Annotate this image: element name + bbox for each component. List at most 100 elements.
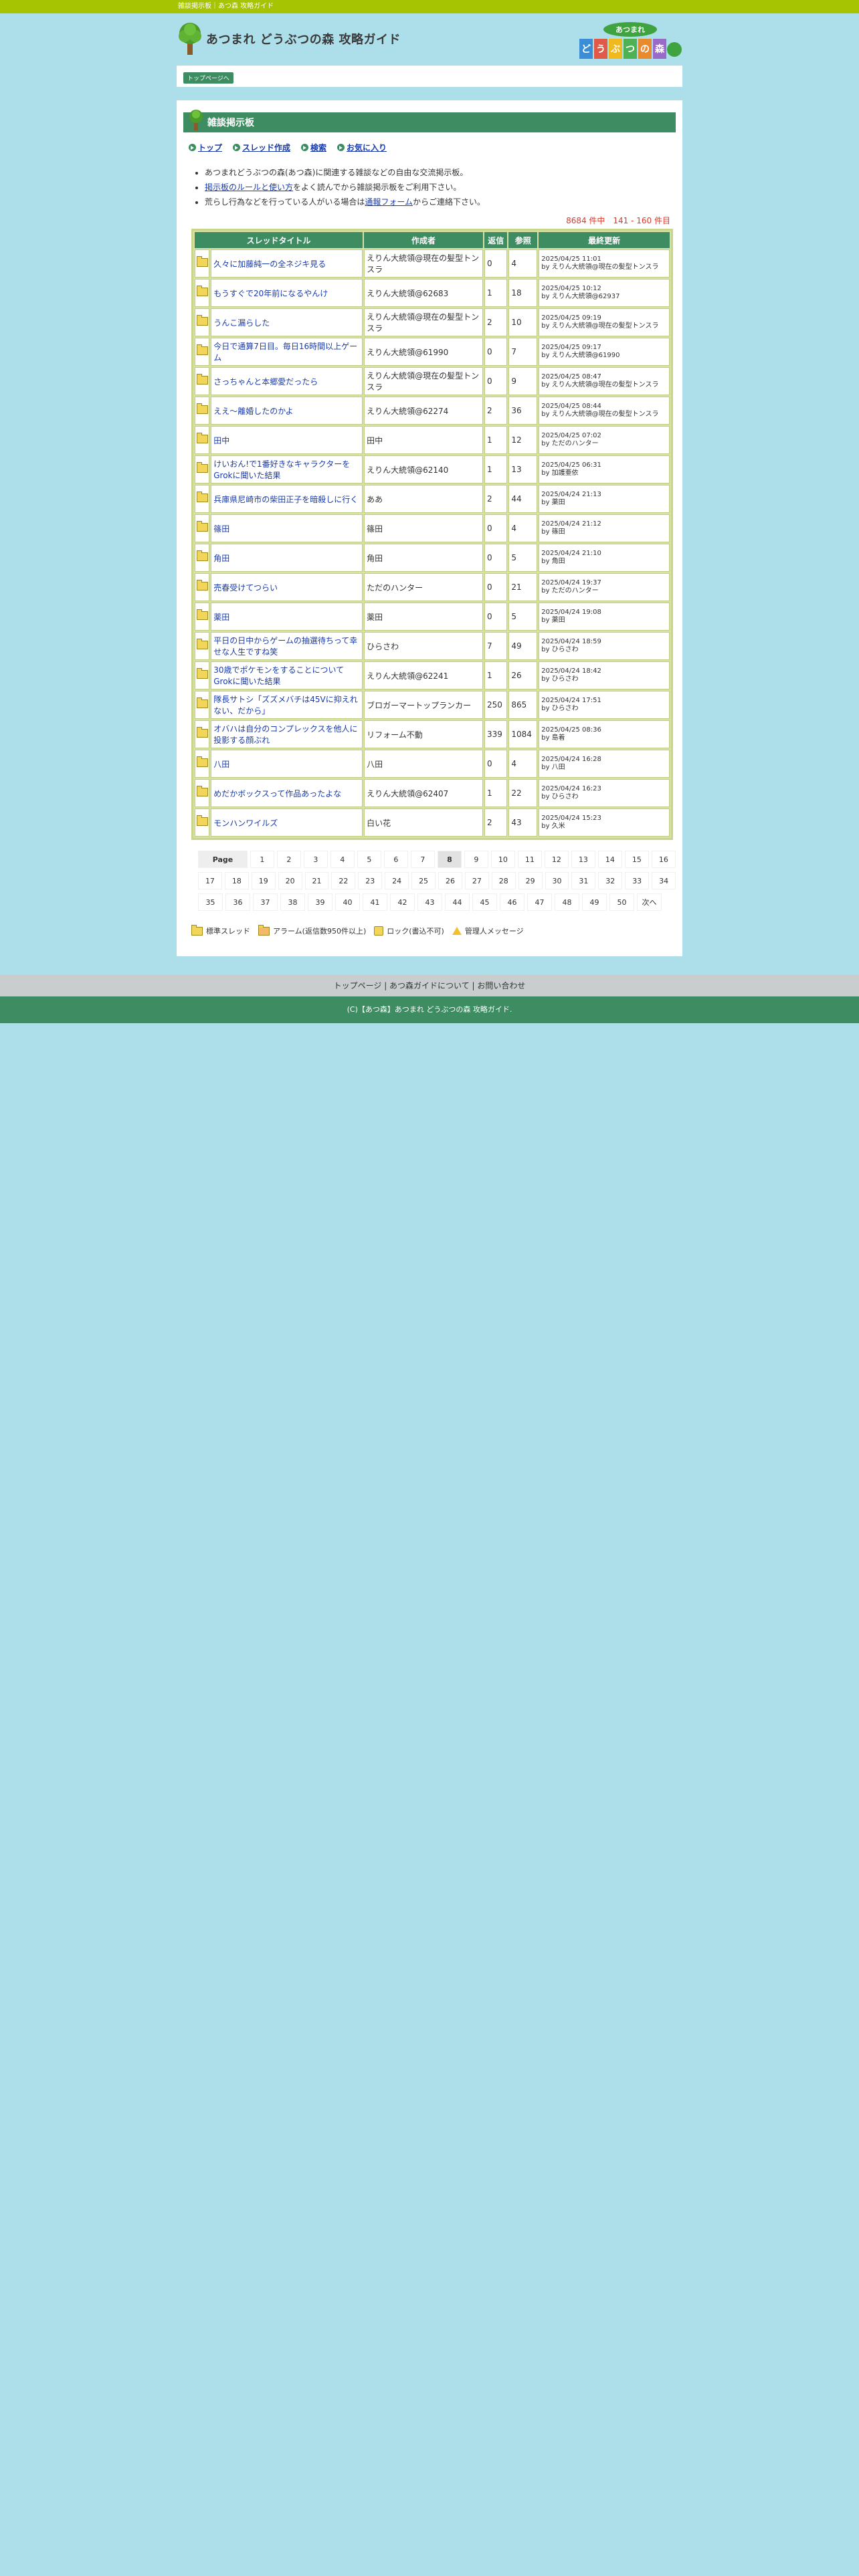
page-link[interactable]: 2 [276, 851, 301, 868]
thread-icon-cell [195, 308, 210, 336]
page-link[interactable]: 9 [464, 851, 488, 868]
thread-author: えりん大統領@現在の髪型トンスラ [364, 249, 484, 278]
page-link[interactable]: 6 [383, 851, 408, 868]
svg-text:あつまれ: あつまれ [615, 25, 645, 34]
rules-link[interactable]: 掲示板のルールと使い方 [205, 183, 293, 192]
page-link[interactable]: 40 [335, 893, 360, 911]
thread-title-link[interactable]: けいおん!で1番好きなキャラクターをGrokに聞いた結果 [213, 459, 350, 480]
thread-title-link[interactable]: 隊長サトシ「ズズメバチは45Ⅴに抑えれない、だから」 [213, 695, 357, 716]
page-link[interactable]: 14 [597, 851, 622, 868]
page-link[interactable]: 1 [250, 851, 274, 868]
updated-by: by ただのハンター [541, 587, 599, 595]
thread-title-link[interactable]: ええ～離婚したのかよ [213, 407, 293, 416]
page-link[interactable]: 31 [571, 872, 596, 889]
report-form-link[interactable]: 通報フォーム [365, 197, 413, 207]
thread-title-link[interactable]: 薬田 [213, 613, 229, 622]
page-link[interactable]: 46 [500, 893, 524, 911]
page-link[interactable]: 12 [544, 851, 569, 868]
thread-title-link[interactable]: もうすぐで20年前になるやんけ [213, 289, 328, 298]
page-link[interactable]: 10 [490, 851, 515, 868]
thread-title-link[interactable]: めだかボックスって作品あったよな [213, 789, 341, 798]
thread-icon-cell [195, 485, 210, 513]
page-link[interactable]: 34 [652, 872, 676, 889]
top-page-button[interactable]: トップページへ [183, 72, 233, 84]
thread-title-link[interactable]: さっちゃんと本郷愛だったら [213, 377, 318, 387]
page-link[interactable]: 30 [545, 872, 569, 889]
updated-date: 2025/04/25 07:02 [541, 432, 601, 439]
page-link[interactable]: 50 [609, 893, 634, 911]
page-link[interactable]: 25 [411, 872, 436, 889]
folder-icon [196, 315, 208, 326]
thread-title-link[interactable]: オバハは自分のコンプレックスを他人に投影する顔ぶれ [213, 724, 357, 745]
page-link[interactable]: 42 [390, 893, 415, 911]
page-link[interactable]: 48 [555, 893, 579, 911]
page-link[interactable]: 28 [491, 872, 516, 889]
thread-title-link[interactable]: うんこ漏らした [213, 318, 270, 328]
thread-title-link[interactable]: 兵庫県尼崎市の柴田正子を暗殺しに行く [213, 495, 358, 504]
table-row: さっちゃんと本郷愛だったら えりん大統領@現在の髪型トンスラ 0 9 2025/04/2… [195, 367, 670, 395]
thread-views: 10 [508, 308, 538, 336]
page-link[interactable]: 45 [472, 893, 497, 911]
page-link[interactable]: 3 [303, 851, 328, 868]
thread-title-link[interactable]: 八田 [213, 760, 229, 769]
page-link[interactable]: 38 [280, 893, 305, 911]
table-row: 篠田 篠田 0 4 2025/04/24 21:12 by 篠田 [195, 514, 670, 542]
page-link[interactable]: 18 [224, 872, 249, 889]
thread-icon-cell [195, 426, 210, 454]
page-link[interactable]: 5 [357, 851, 381, 868]
page-link[interactable]: 19 [251, 872, 276, 889]
page-link[interactable]: 49 [582, 893, 607, 911]
page-link[interactable]: 24 [385, 872, 409, 889]
page-link[interactable]: 47 [527, 893, 552, 911]
col-replies-header: 返信 [484, 232, 508, 248]
footer-contact-link[interactable]: お問い合わせ [477, 981, 525, 990]
page-link[interactable]: 39 [308, 893, 332, 911]
page-link[interactable]: 21 [304, 872, 329, 889]
nav-create-thread-link[interactable]: スレッド作成 [233, 142, 290, 153]
page-link[interactable]: 41 [363, 893, 387, 911]
folder-icon [196, 727, 208, 738]
thread-title-link[interactable]: 篠田 [213, 524, 229, 534]
page-link[interactable]: 35 [198, 893, 223, 911]
thread-updated: 2025/04/24 18:42 by ひらさわ [539, 661, 670, 689]
page-link[interactable]: 13 [571, 851, 595, 868]
nav-search-link[interactable]: 検索 [301, 142, 326, 153]
page-link[interactable]: 43 [417, 893, 442, 911]
page-link[interactable]: 29 [518, 872, 543, 889]
page-link[interactable]: 17 [198, 872, 222, 889]
page-link[interactable]: 23 [358, 872, 383, 889]
page-link[interactable]: 32 [598, 872, 623, 889]
table-row: けいおん!で1番好きなキャラクターをGrokに聞いた結果 えりん大統領@62140… [195, 455, 670, 484]
footer-about-link[interactable]: あつ森ガイドについて [389, 981, 470, 990]
footer-top-link[interactable]: トップページ [334, 981, 382, 990]
site-logo[interactable]: あつまれ どうぶつの森 攻略ガイド [177, 21, 401, 56]
page-link[interactable]: 15 [624, 851, 649, 868]
thread-title-link[interactable]: 30歳でポケモンをすることについてGrokに聞いた結果 [213, 665, 344, 686]
page-link[interactable]: 26 [438, 872, 462, 889]
thread-title-link[interactable]: 平日の日中からゲームの抽選待ちって幸せな人生ですね笑 [213, 636, 357, 657]
page-link[interactable]: 7 [410, 851, 435, 868]
thread-author: えりん大統領@61990 [364, 338, 484, 366]
page-link[interactable]: 33 [625, 872, 650, 889]
thread-title-link[interactable]: 田中 [213, 436, 229, 445]
nav-favorites-link[interactable]: お気に入り [337, 142, 387, 153]
nav-top-link[interactable]: トップ [189, 142, 222, 153]
page-link[interactable]: 37 [253, 893, 278, 911]
thread-title-link[interactable]: 売春受けてつらい [213, 583, 278, 593]
thread-title-link[interactable]: 今日で通算7日目。毎日16時間以上ゲーム [213, 342, 357, 362]
page-link[interactable]: 4 [330, 851, 355, 868]
page-link[interactable]: 11 [517, 851, 542, 868]
thread-title-link[interactable]: 角田 [213, 554, 229, 563]
thread-title-link[interactable]: モンハンワイルズ [213, 819, 278, 828]
page-link[interactable]: 44 [445, 893, 470, 911]
page-link[interactable]: 36 [225, 893, 250, 911]
thread-title-link[interactable]: 久々に加藤純一の全ネジキ見る [213, 259, 326, 269]
page-link[interactable]: 20 [278, 872, 302, 889]
next-page-button[interactable]: 次へ [637, 893, 662, 911]
page-link[interactable]: 27 [464, 872, 489, 889]
thread-icon-cell [195, 544, 210, 572]
table-row: モンハンワイルズ 白い花 2 43 2025/04/24 15:23 by 久米 [195, 809, 670, 837]
page-link[interactable]: 22 [331, 872, 356, 889]
page-link[interactable]: 16 [651, 851, 676, 868]
updated-by: by 篠田 [541, 528, 565, 536]
